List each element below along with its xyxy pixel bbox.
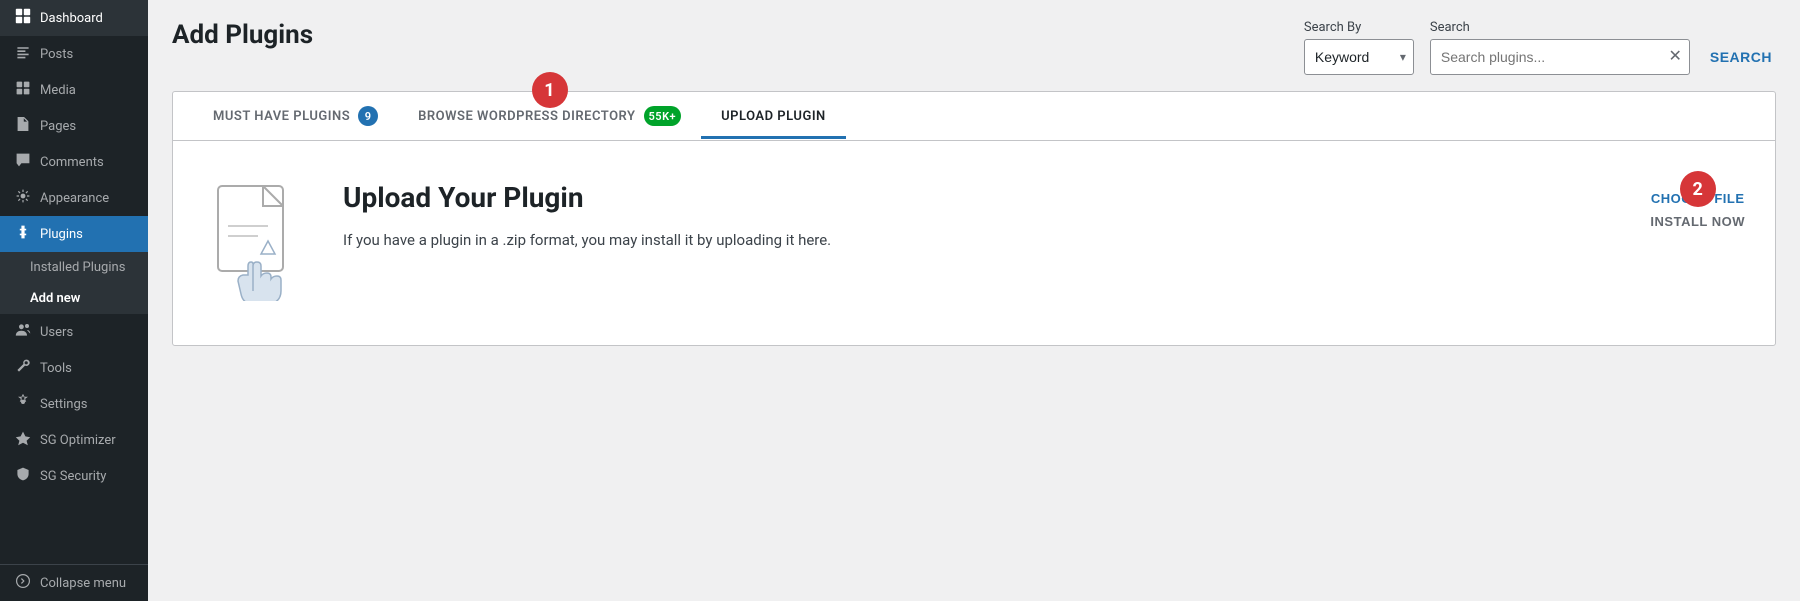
sidebar-item-posts[interactable]: Posts <box>0 36 148 72</box>
sidebar-item-tools[interactable]: Tools <box>0 350 148 386</box>
main-content: Add Plugins Search By Keyword Author Tag… <box>148 0 1800 601</box>
sidebar-item-label: Media <box>40 83 76 98</box>
upload-title: Upload Your Plugin <box>343 181 1620 214</box>
sidebar-item-installed-plugins[interactable]: Installed Plugins <box>0 252 148 283</box>
tab-browse[interactable]: 1 BROWSE WORDPRESS DIRECTORY 55K+ <box>398 92 701 140</box>
collapse-menu-section: Collapse menu <box>0 564 148 601</box>
sidebar-item-label: Tools <box>40 361 72 376</box>
collapse-menu-button[interactable]: Collapse menu <box>0 565 148 601</box>
sidebar-item-media[interactable]: Media <box>0 72 148 108</box>
sidebar-item-appearance[interactable]: Appearance <box>0 180 148 216</box>
search-input[interactable] <box>1430 39 1690 75</box>
install-now-button[interactable]: INSTALL NOW <box>1650 214 1745 229</box>
tab-must-have-label: MUST HAVE PLUGINS <box>213 109 350 124</box>
step-circle-1: 1 <box>532 72 568 108</box>
page-title: Add Plugins <box>172 20 313 50</box>
sidebar-item-sg-optimizer[interactable]: SG Optimizer <box>0 422 148 458</box>
dashboard-icon <box>14 8 32 28</box>
upload-section: Upload Your Plugin If you have a plugin … <box>173 141 1775 345</box>
tab-browse-badge: 55K+ <box>644 106 682 126</box>
upload-plugin-icon <box>203 181 313 301</box>
sidebar-item-label: Plugins <box>40 227 83 242</box>
upload-icon-area <box>203 181 313 305</box>
search-by-wrapper: Keyword Author Tag ▾ <box>1304 39 1414 75</box>
step-circle-2: 2 <box>1680 171 1716 207</box>
search-by-select[interactable]: Keyword Author Tag <box>1304 39 1414 75</box>
tab-must-have[interactable]: MUST HAVE PLUGINS 9 <box>193 92 398 140</box>
tab-must-have-badge: 9 <box>358 106 378 126</box>
sidebar-item-plugins[interactable]: Plugins <box>0 216 148 252</box>
plugins-submenu: Installed Plugins Add new <box>0 252 148 314</box>
sidebar-item-settings[interactable]: Settings <box>0 386 148 422</box>
sidebar-item-comments[interactable]: Comments <box>0 144 148 180</box>
search-input-wrapper: ✕ <box>1430 39 1690 75</box>
sidebar-item-users[interactable]: Users <box>0 314 148 350</box>
sidebar-item-sg-security[interactable]: SG Security <box>0 458 148 494</box>
search-label: Search <box>1430 20 1690 35</box>
sidebar-item-label: SG Optimizer <box>40 433 116 448</box>
upload-actions: 2 CHOOSE FILE INSTALL NOW <box>1650 191 1745 229</box>
sidebar: Dashboard Posts Media Pages Comments App… <box>0 0 148 601</box>
header-row: Add Plugins Search By Keyword Author Tag… <box>172 20 1776 75</box>
sidebar-item-label: SG Security <box>40 469 106 484</box>
upload-content: Upload Your Plugin If you have a plugin … <box>343 181 1620 252</box>
appearance-icon <box>14 188 32 208</box>
search-submit-button[interactable]: SEARCH <box>1706 39 1776 75</box>
settings-icon <box>14 394 32 414</box>
search-area: Search By Keyword Author Tag ▾ Search <box>1304 20 1776 75</box>
search-by-label: Search By <box>1304 20 1414 35</box>
posts-icon <box>14 44 32 64</box>
sidebar-item-label: Appearance <box>40 191 109 206</box>
sidebar-item-dashboard[interactable]: Dashboard <box>0 0 148 36</box>
tab-browse-label: BROWSE WORDPRESS DIRECTORY <box>418 109 635 124</box>
comments-icon <box>14 152 32 172</box>
sidebar-item-label: Comments <box>40 155 104 170</box>
sidebar-item-label: Users <box>40 325 73 340</box>
users-icon <box>14 322 32 342</box>
tab-upload[interactable]: UPLOAD PLUGIN <box>701 95 846 138</box>
sg-security-icon <box>14 466 32 486</box>
pages-icon <box>14 116 32 136</box>
tabs-row: MUST HAVE PLUGINS 9 1 BROWSE WORDPRESS D… <box>173 92 1775 141</box>
sidebar-item-label: Dashboard <box>40 11 103 26</box>
tab-upload-label: UPLOAD PLUGIN <box>721 109 826 124</box>
sidebar-item-label: Posts <box>40 47 73 62</box>
content-area: Add Plugins Search By Keyword Author Tag… <box>148 0 1800 601</box>
search-group: Search ✕ <box>1430 20 1690 75</box>
tools-icon <box>14 358 32 378</box>
search-by-group: Search By Keyword Author Tag ▾ <box>1304 20 1414 75</box>
collapse-icon <box>14 573 32 593</box>
collapse-menu-label: Collapse menu <box>40 576 126 591</box>
plugins-icon <box>14 224 32 244</box>
search-clear-button[interactable]: ✕ <box>1668 49 1681 65</box>
add-new-label: Add new <box>30 291 80 306</box>
sidebar-item-add-new[interactable]: Add new <box>0 283 148 314</box>
sg-optimizer-icon <box>14 430 32 450</box>
tabs-container: MUST HAVE PLUGINS 9 1 BROWSE WORDPRESS D… <box>172 91 1776 346</box>
media-icon <box>14 80 32 100</box>
sidebar-item-label: Pages <box>40 119 76 134</box>
installed-plugins-label: Installed Plugins <box>30 260 125 275</box>
upload-description: If you have a plugin in a .zip format, y… <box>343 228 1620 252</box>
sidebar-item-label: Settings <box>40 397 87 412</box>
sidebar-item-pages[interactable]: Pages <box>0 108 148 144</box>
